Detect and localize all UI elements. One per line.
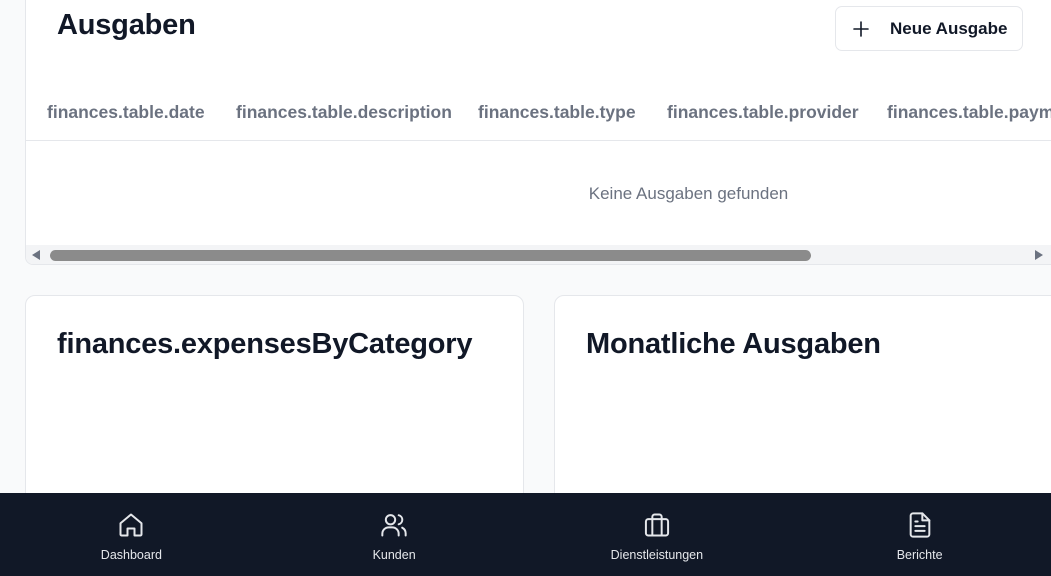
horizontal-scrollbar[interactable] <box>26 245 1051 264</box>
scrollbar-thumb[interactable] <box>50 250 811 261</box>
users-icon <box>379 510 409 540</box>
nav-item-dashboard[interactable]: Dashboard <box>0 493 263 576</box>
column-header-payment[interactable]: finances.table.paymentMethod <box>887 102 1051 123</box>
nav-item-kunden[interactable]: Kunden <box>263 493 526 576</box>
nav-item-dienstleistungen[interactable]: Dienstleistungen <box>526 493 789 576</box>
column-header-description[interactable]: finances.table.description <box>236 102 452 123</box>
page: Ausgaben Neue Ausgabe finances.table.dat… <box>0 0 1051 576</box>
nav-item-berichte[interactable]: Berichte <box>788 493 1051 576</box>
home-icon <box>116 510 146 540</box>
nav-label-berichte: Berichte <box>896 548 943 562</box>
new-expense-button[interactable]: Neue Ausgabe <box>835 6 1023 51</box>
briefcase-icon <box>642 510 672 540</box>
table-header: finances.table.date finances.table.descr… <box>26 91 1051 141</box>
expenses-card: Ausgaben Neue Ausgabe finances.table.dat… <box>25 0 1051 265</box>
plus-icon <box>852 20 870 38</box>
new-expense-label: Neue Ausgabe <box>890 18 1008 38</box>
scroll-left-icon[interactable] <box>32 250 40 260</box>
nav-label-kunden: Kunden <box>372 548 416 562</box>
expenses-by-category-title: finances.expensesByCategory <box>57 328 473 360</box>
column-header-provider[interactable]: finances.table.provider <box>667 102 859 123</box>
column-header-date[interactable]: finances.table.date <box>47 102 205 123</box>
expenses-title: Ausgaben <box>57 9 196 41</box>
empty-message: Keine Ausgaben gefunden <box>588 184 789 203</box>
monthly-expenses-title: Monatliche Ausgaben <box>586 328 881 360</box>
bottom-nav: Dashboard Kunden Dienstleistungen Berich… <box>0 493 1051 576</box>
nav-label-dashboard: Dashboard <box>100 548 162 562</box>
nav-label-dienstleistungen: Dienstleistungen <box>610 548 704 562</box>
file-text-icon <box>905 510 935 540</box>
column-header-type[interactable]: finances.table.type <box>478 102 636 123</box>
scroll-right-icon[interactable] <box>1035 250 1043 260</box>
